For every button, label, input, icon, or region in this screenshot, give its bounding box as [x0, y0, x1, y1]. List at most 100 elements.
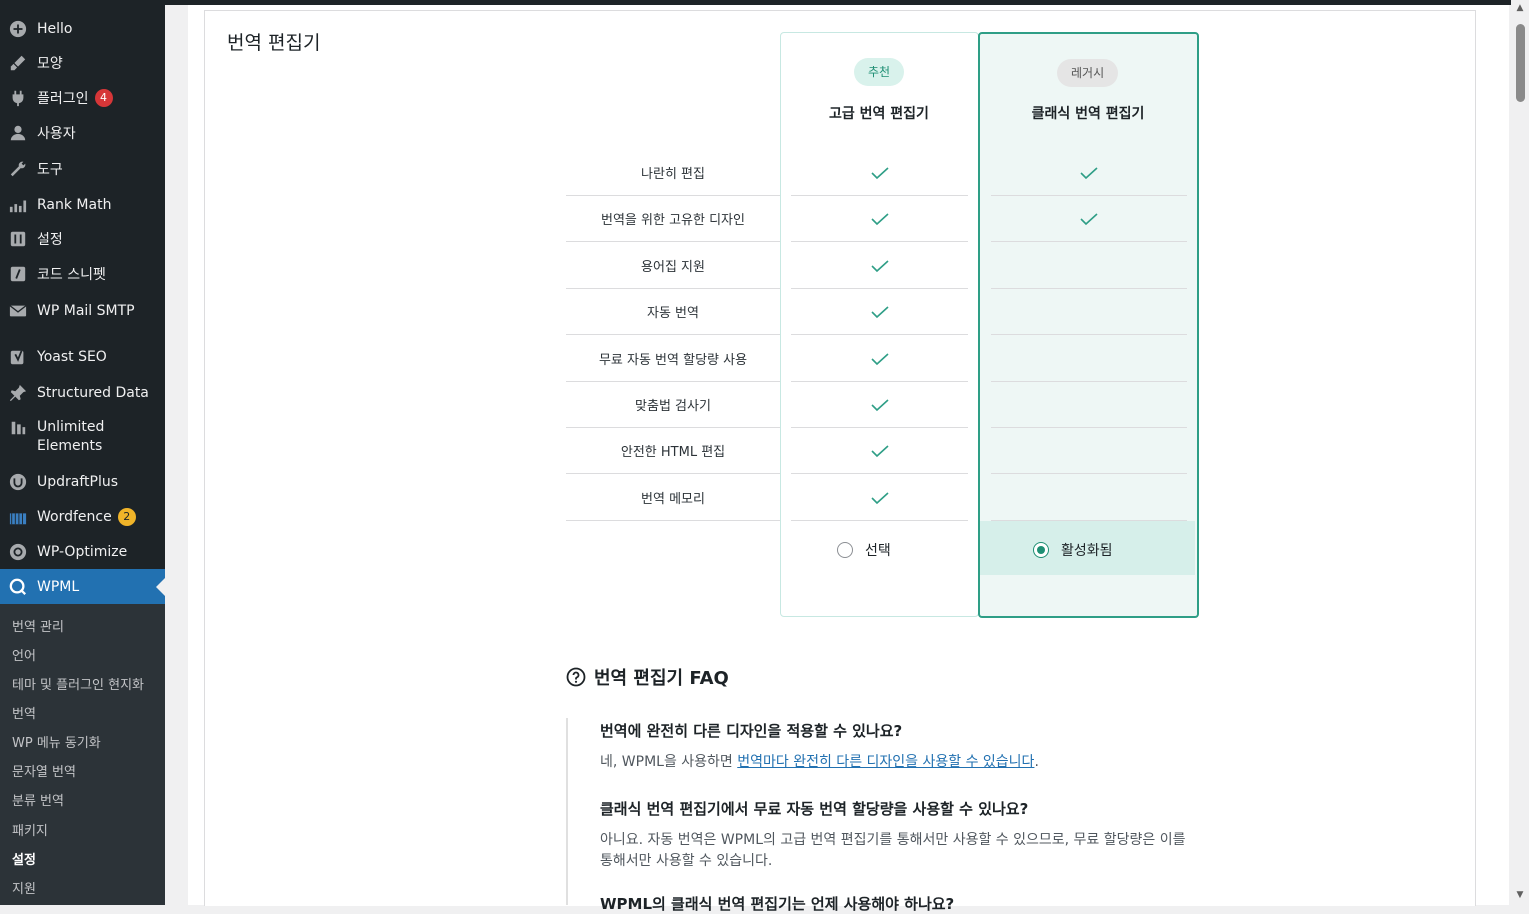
submenu-item[interactable]: 패키지 — [12, 820, 48, 839]
check-icon — [870, 258, 890, 272]
menu-item-structured-data[interactable]: Structured Data — [0, 382, 165, 404]
admin-sidebar: Hello 모양 플러그인 4 사용자 도구 Rank Math 설정 코드 스… — [0, 0, 165, 905]
faq-answer-link[interactable]: 번역마다 완전히 다른 디자인을 사용할 수 있습니다 — [737, 754, 1034, 770]
menu-label: Hello — [37, 21, 73, 37]
submenu-item[interactable]: WP 메뉴 동기화 — [12, 732, 101, 751]
menu-item-wpml[interactable]: WPML — [0, 569, 165, 604]
alert-count-badge: 2 — [117, 508, 136, 526]
scroll-down-arrow-icon[interactable]: ▼ — [1514, 890, 1526, 900]
row-divider — [791, 519, 968, 521]
menu-item-tools[interactable]: 도구 — [0, 158, 165, 180]
row-divider — [991, 380, 1187, 382]
mail-icon — [8, 301, 28, 321]
menu-label: UpdraftPlus — [37, 474, 119, 490]
row-divider — [791, 334, 968, 336]
menu-label: 모양 — [37, 56, 63, 72]
row-divider — [991, 287, 1187, 289]
scrollbar-track[interactable] — [1511, 0, 1529, 905]
code-icon — [8, 264, 28, 284]
submenu-item-current[interactable]: 설정 — [12, 849, 36, 868]
faq-heading: 번역 편집기 FAQ — [566, 664, 729, 690]
faq-question: WPML의 클래식 번역 편집기는 언제 사용해야 하나요? — [600, 895, 955, 913]
menu-item-wp-mail-smtp[interactable]: WP Mail SMTP — [0, 300, 165, 322]
menu-item-plugins[interactable]: 플러그인 4 — [0, 87, 165, 109]
feature-label: 용어집 지원 — [641, 259, 705, 275]
menu-item-appearance[interactable]: 모양 — [0, 52, 165, 74]
menu-label: WPML — [37, 578, 80, 595]
menu-item-wp-optimize[interactable]: WP-Optimize — [0, 541, 165, 563]
classic-editor-title: 클래식 번역 편집기 — [1031, 106, 1145, 122]
advanced-editor-title: 고급 번역 편집기 — [829, 106, 929, 122]
submenu-item[interactable]: 지원 — [12, 878, 36, 897]
submenu-item[interactable]: 언어 — [12, 645, 36, 664]
updraft-icon — [8, 472, 28, 492]
faq-answer-text: 네, WPML을 사용하면 — [600, 754, 738, 770]
wrench-icon — [8, 159, 28, 179]
menu-label: 플러그인 — [37, 91, 89, 107]
menu-item-rank-math[interactable]: Rank Math — [0, 194, 165, 216]
check-icon — [870, 443, 890, 458]
menu-label: 도구 — [37, 162, 63, 178]
submenu-item[interactable]: 분류 번역 — [12, 790, 64, 809]
menu-item-wordfence[interactable]: Wordfence 2 — [0, 506, 165, 528]
feature-label: 나란히 편집 — [641, 167, 705, 182]
row-divider — [991, 427, 1187, 428]
menu-item-hello[interactable]: Hello — [0, 18, 165, 40]
row-divider — [791, 287, 968, 289]
radio-advanced[interactable] — [837, 542, 853, 558]
row-divider — [991, 334, 1187, 336]
menu-item-unlimited-elements[interactable]: Unlimited Elements — [0, 418, 165, 458]
faq-title-text: 번역 편집기 FAQ — [594, 668, 729, 689]
row-divider — [566, 241, 780, 243]
submenu-item[interactable]: 번역 관리 — [12, 616, 64, 635]
feature-label: 무료 자동 번역 할당량 사용 — [598, 352, 748, 368]
menu-item-settings[interactable]: 설정 — [0, 228, 165, 250]
menu-label: 사용자 — [37, 126, 76, 142]
select-advanced-editor[interactable]: 선택 — [837, 540, 891, 560]
radio-label: 선택 — [865, 543, 891, 559]
scrollbar-thumb[interactable] — [1516, 24, 1525, 102]
row-divider — [991, 241, 1187, 243]
menu-label: 코드 스니펫 — [37, 267, 106, 283]
radio-classic[interactable] — [1033, 542, 1049, 558]
scroll-up-arrow-icon[interactable]: ▲ — [1514, 3, 1526, 13]
update-count-badge: 4 — [94, 89, 113, 107]
check-icon — [870, 304, 890, 319]
row-divider — [566, 195, 780, 196]
row-divider — [791, 195, 968, 196]
row-divider — [791, 380, 968, 382]
menu-label: WP Mail SMTP — [37, 303, 135, 319]
submenu-item[interactable]: 문자열 번역 — [12, 761, 76, 780]
menu-item-code-snippets[interactable]: 코드 스니펫 — [0, 263, 165, 285]
menu-item-users[interactable]: 사용자 — [0, 122, 165, 144]
row-divider — [566, 473, 780, 475]
feature-label: 맞춤법 검사기 — [635, 399, 711, 414]
check-icon — [1079, 211, 1099, 226]
select-classic-editor[interactable]: 활성화됨 — [1033, 540, 1113, 560]
row-divider — [566, 519, 780, 521]
check-icon — [870, 211, 890, 226]
legacy-tag: 레거시 — [1057, 59, 1119, 87]
submenu-item[interactable]: 번역 — [12, 703, 36, 722]
row-divider — [791, 473, 968, 475]
recommended-tag: 추천 — [854, 58, 905, 86]
elements-icon — [8, 418, 28, 438]
check-icon — [870, 351, 890, 365]
menu-label: WP-Optimize — [37, 544, 128, 560]
menu-label: Structured Data — [37, 385, 149, 401]
wordfence-icon — [8, 507, 28, 527]
faq-answer-text: . — [1034, 754, 1039, 770]
wpml-icon — [8, 577, 28, 597]
faq-question: 클래식 번역 편집기에서 무료 자동 번역 할당량을 사용할 수 있나요? — [600, 800, 1029, 818]
plus-circle-icon — [8, 19, 28, 39]
active-indicator — [156, 577, 165, 596]
menu-label: Unlimited Elements — [37, 419, 105, 454]
user-icon — [8, 123, 28, 143]
submenu-item[interactable]: 테마 및 플러그인 현지화 — [12, 674, 144, 693]
check-icon — [870, 490, 890, 504]
menu-item-yoast-seo[interactable]: Yoast SEO — [0, 346, 165, 368]
row-divider — [791, 241, 968, 243]
menu-item-updraftplus[interactable]: UpdraftPlus — [0, 471, 165, 493]
check-icon — [870, 165, 890, 180]
plugin-icon — [8, 88, 28, 108]
